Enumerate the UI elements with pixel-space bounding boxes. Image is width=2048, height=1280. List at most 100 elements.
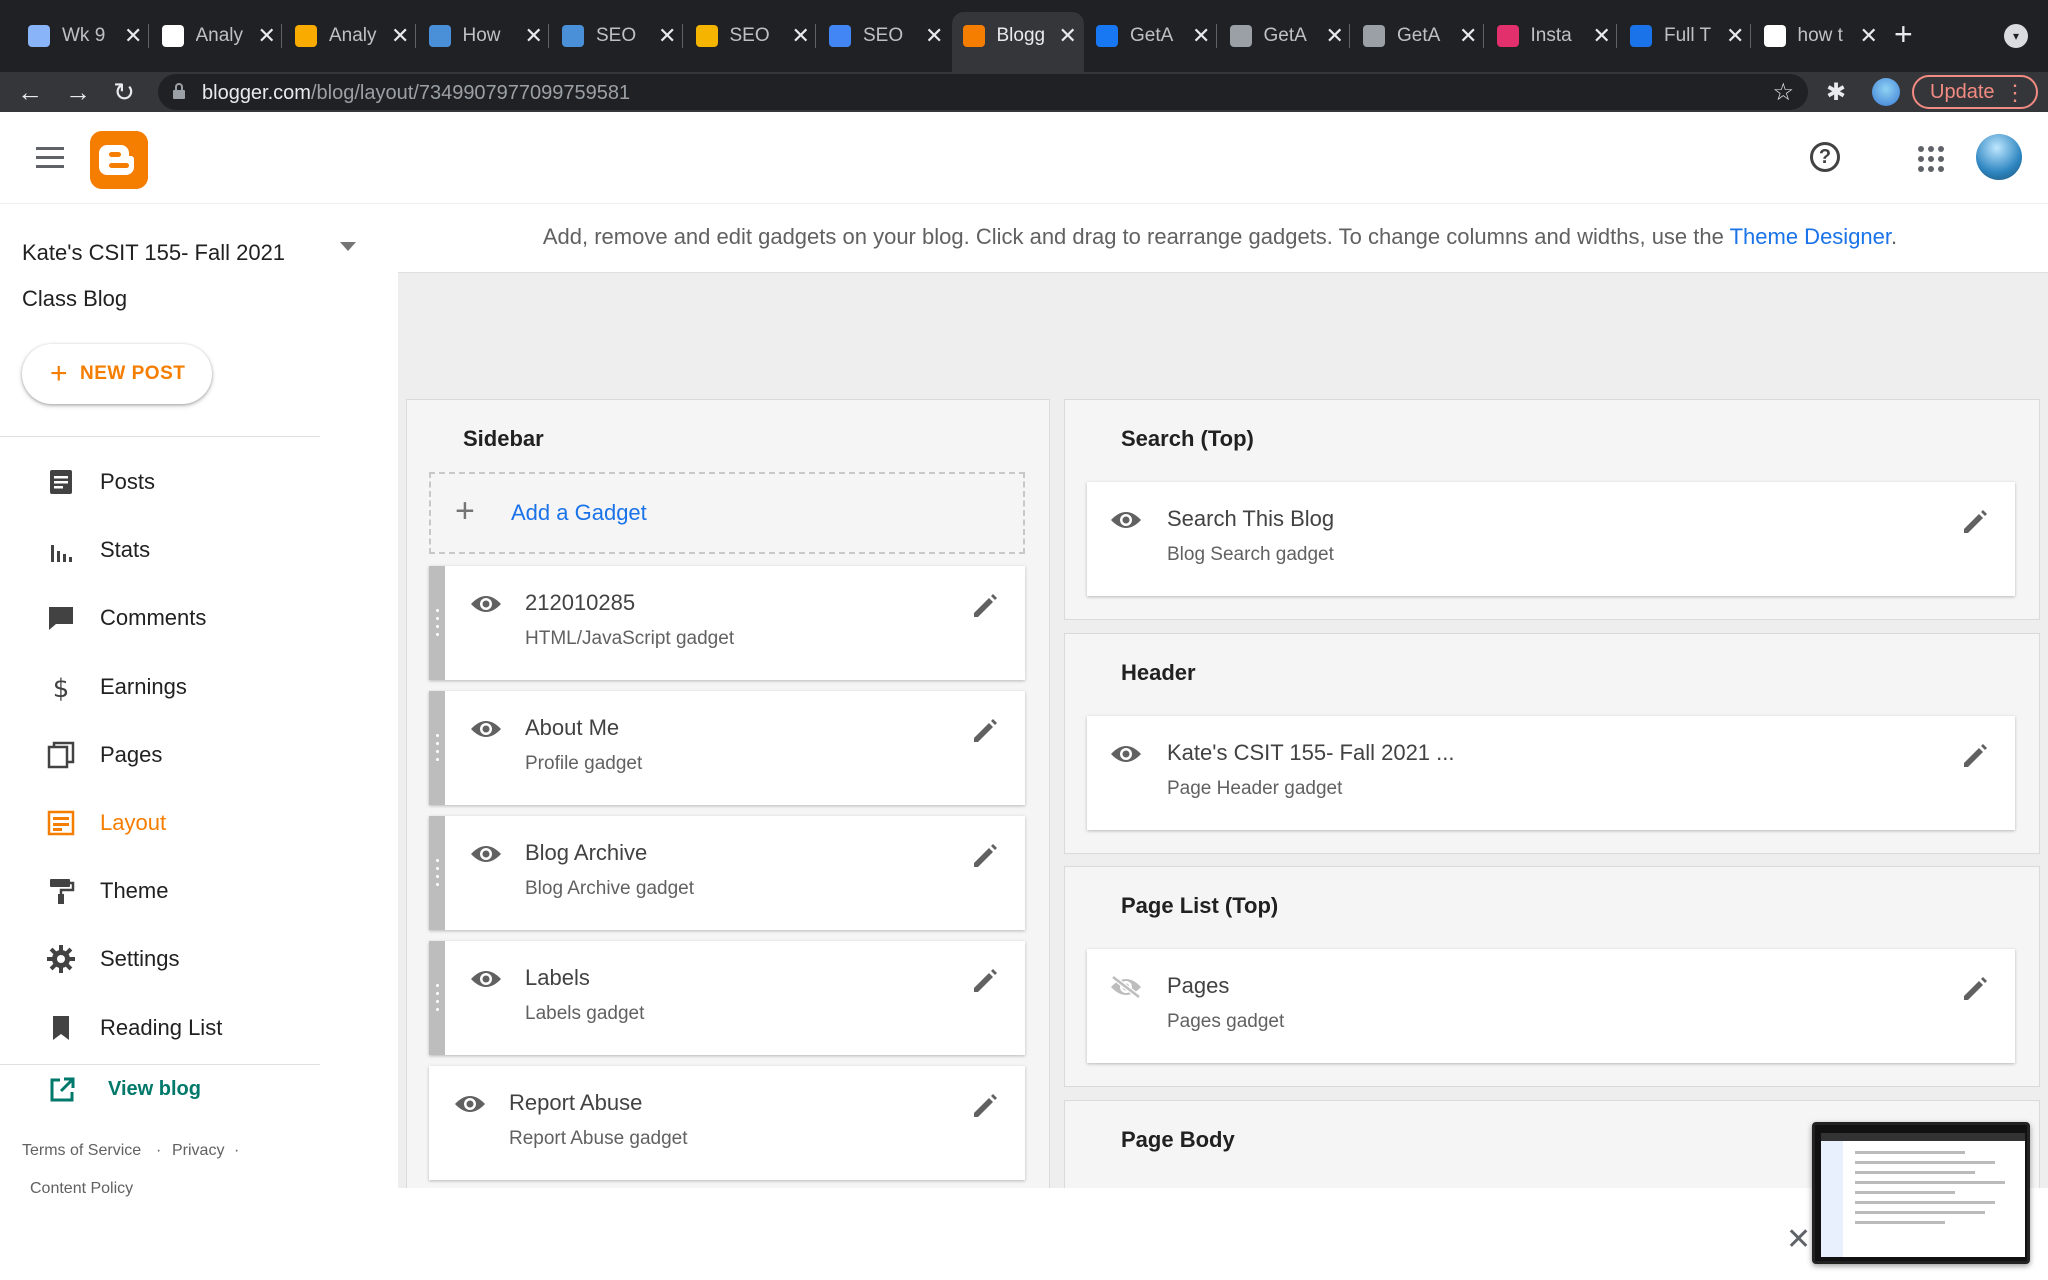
pages-icon bbox=[47, 741, 75, 769]
sidebar-item-stats[interactable]: Stats bbox=[0, 520, 320, 580]
reload-icon[interactable]: ↻ bbox=[104, 72, 144, 112]
browser-tab[interactable]: how t ✕ bbox=[1763, 20, 1878, 52]
visibility-icon[interactable] bbox=[469, 717, 503, 741]
edit-pencil-icon[interactable] bbox=[1961, 742, 1989, 770]
close-tab-icon[interactable]: ✕ bbox=[1593, 23, 1611, 49]
drag-handle[interactable] bbox=[429, 691, 445, 805]
browser-tab[interactable]: How ✕ bbox=[428, 20, 543, 52]
visibility-icon[interactable] bbox=[469, 592, 503, 616]
account-avatar[interactable] bbox=[1976, 134, 2022, 180]
edit-pencil-icon[interactable] bbox=[971, 842, 999, 870]
close-tab-icon[interactable]: ✕ bbox=[658, 23, 676, 49]
gadget-card[interactable]: Kate's CSIT 155- Fall 2021 ... Page Heade… bbox=[1087, 715, 2015, 830]
close-tab-icon[interactable]: ✕ bbox=[391, 23, 409, 49]
theme-designer-link[interactable]: Theme Designer bbox=[1730, 224, 1891, 249]
extensions-icon[interactable]: ✱ bbox=[1826, 78, 1846, 107]
tab-title: GetA bbox=[1130, 25, 1174, 46]
browser-profile-avatar[interactable] bbox=[1872, 78, 1900, 106]
browser-tab[interactable]: SEO ✕ bbox=[562, 20, 676, 52]
close-tab-icon[interactable]: ✕ bbox=[1059, 23, 1077, 49]
address-bar[interactable]: blogger.com/blog/layout/7349907977099759… bbox=[158, 74, 1808, 110]
edit-pencil-icon[interactable] bbox=[971, 717, 999, 745]
close-tab-icon[interactable]: ✕ bbox=[124, 23, 142, 49]
browser-tab[interactable]: GetA ✕ bbox=[1229, 20, 1344, 52]
tab-separator bbox=[548, 24, 549, 48]
browser-tab[interactable]: Wk 9 ✕ bbox=[28, 20, 142, 52]
tab-separator bbox=[281, 24, 282, 48]
sidebar-item-theme[interactable]: Theme bbox=[0, 861, 320, 921]
visibility-off-icon[interactable] bbox=[1109, 975, 1143, 999]
sidebar-item-layout[interactable]: Layout bbox=[0, 793, 320, 853]
visibility-icon[interactable] bbox=[453, 1092, 487, 1116]
gadget-type: HTML/JavaScript gadget bbox=[525, 628, 735, 649]
sidebar-item-pages[interactable]: Pages bbox=[0, 725, 320, 785]
edit-pencil-icon[interactable] bbox=[1961, 975, 1989, 1003]
screen-share-thumbnail[interactable] bbox=[1812, 1122, 2030, 1264]
bookmark-star-icon[interactable]: ☆ bbox=[1772, 78, 1794, 107]
privacy-link[interactable]: Privacy bbox=[172, 1142, 224, 1160]
gadget-card[interactable]: 212010285 HTML/JavaScript gadget bbox=[429, 566, 1025, 680]
sidebar-item-reading-list[interactable]: Reading List bbox=[0, 998, 320, 1058]
sidebar-item-earnings[interactable]: $ Earnings bbox=[0, 657, 320, 717]
visibility-icon[interactable] bbox=[469, 842, 503, 866]
browser-tab[interactable]: Analy ✕ bbox=[161, 20, 276, 52]
terms-of-service-link[interactable]: Terms of Service bbox=[22, 1142, 141, 1160]
back-arrow-icon[interactable]: ← bbox=[10, 72, 50, 112]
close-tab-icon[interactable]: ✕ bbox=[1459, 23, 1477, 49]
close-tab-icon[interactable]: ✕ bbox=[525, 23, 543, 49]
browser-tab[interactable]: Analy ✕ bbox=[295, 20, 409, 52]
close-tab-icon[interactable]: ✕ bbox=[258, 23, 276, 49]
gadget-card[interactable]: About Me Profile gadget bbox=[429, 691, 1025, 805]
browser-tab[interactable]: GetA ✕ bbox=[1096, 20, 1210, 52]
close-tab-icon[interactable]: ✕ bbox=[1192, 23, 1210, 49]
browser-tab[interactable]: Blogg ✕ bbox=[962, 20, 1077, 52]
close-tab-icon[interactable]: ✕ bbox=[1726, 23, 1744, 49]
new-tab-icon[interactable]: + bbox=[1894, 16, 1913, 53]
gadget-card[interactable]: Blog Archive Blog Archive gadget bbox=[429, 816, 1025, 930]
tab-search-icon[interactable]: ▾ bbox=[2004, 24, 2028, 48]
sidebar-item-label: Stats bbox=[100, 537, 151, 563]
visibility-icon[interactable] bbox=[1109, 508, 1143, 532]
browser-tab[interactable]: Full T ✕ bbox=[1630, 20, 1744, 52]
gadget-card[interactable]: Search This Blog Blog Search gadget bbox=[1087, 482, 2015, 596]
edit-pencil-icon[interactable] bbox=[971, 592, 999, 620]
blog-selector[interactable]: Kate's CSIT 155- Fall 2021 Class Blog bbox=[22, 230, 302, 322]
menu-icon[interactable] bbox=[36, 147, 64, 169]
sidebar-item-posts[interactable]: Posts bbox=[0, 452, 320, 512]
browser-tab[interactable]: GetA ✕ bbox=[1363, 20, 1477, 52]
help-icon[interactable]: ? bbox=[1810, 142, 1840, 172]
google-icon bbox=[1763, 25, 1786, 47]
drag-handle[interactable] bbox=[429, 816, 445, 930]
gadget-card[interactable]: Labels Labels gadget bbox=[429, 941, 1025, 1055]
edit-pencil-icon[interactable] bbox=[1961, 508, 1989, 536]
edit-pencil-icon[interactable] bbox=[971, 967, 999, 995]
view-blog-link[interactable]: View blog bbox=[0, 1066, 320, 1116]
forward-arrow-icon[interactable]: → bbox=[58, 72, 98, 112]
edit-pencil-icon[interactable] bbox=[971, 1092, 999, 1120]
layout-section: Search (Top) Search This Blog Blog Search … bbox=[1064, 399, 2040, 620]
close-tab-icon[interactable]: ✕ bbox=[925, 23, 943, 49]
browser-tab[interactable]: SEO ✕ bbox=[829, 20, 943, 52]
visibility-icon[interactable] bbox=[469, 967, 503, 991]
drag-handle[interactable] bbox=[429, 941, 445, 1055]
apps-grid-icon[interactable] bbox=[1918, 146, 1944, 172]
content-policy-link[interactable]: Content Policy bbox=[30, 1180, 133, 1198]
close-tab-icon[interactable]: ✕ bbox=[1326, 23, 1344, 49]
blog-dropdown-arrow-icon[interactable] bbox=[340, 242, 356, 251]
close-tab-icon[interactable]: ✕ bbox=[1860, 23, 1878, 49]
gadget-card[interactable]: Pages Pages gadget bbox=[1087, 949, 2015, 1063]
sidebar-item-settings[interactable]: Settings bbox=[0, 929, 320, 989]
gadget-card[interactable]: Report Abuse Report Abuse gadget bbox=[429, 1066, 1025, 1180]
sidebar-item-comments[interactable]: Comments bbox=[0, 588, 320, 648]
drag-handle[interactable] bbox=[429, 566, 445, 680]
blogger-logo[interactable] bbox=[90, 131, 148, 189]
update-button[interactable]: Update ⋮ bbox=[1912, 75, 2038, 109]
add-gadget-button[interactable]: + Add a Gadget bbox=[429, 472, 1025, 554]
visibility-icon[interactable] bbox=[1109, 742, 1143, 766]
browser-tab[interactable]: SEO ✕ bbox=[695, 20, 810, 52]
close-tab-icon[interactable]: ✕ bbox=[792, 23, 810, 49]
browser-tab[interactable]: Insta ✕ bbox=[1496, 20, 1611, 52]
new-post-button[interactable]: + NEW POST bbox=[22, 344, 212, 404]
nav-divider bbox=[0, 1064, 320, 1065]
close-icon[interactable]: ✕ bbox=[1786, 1222, 1811, 1257]
